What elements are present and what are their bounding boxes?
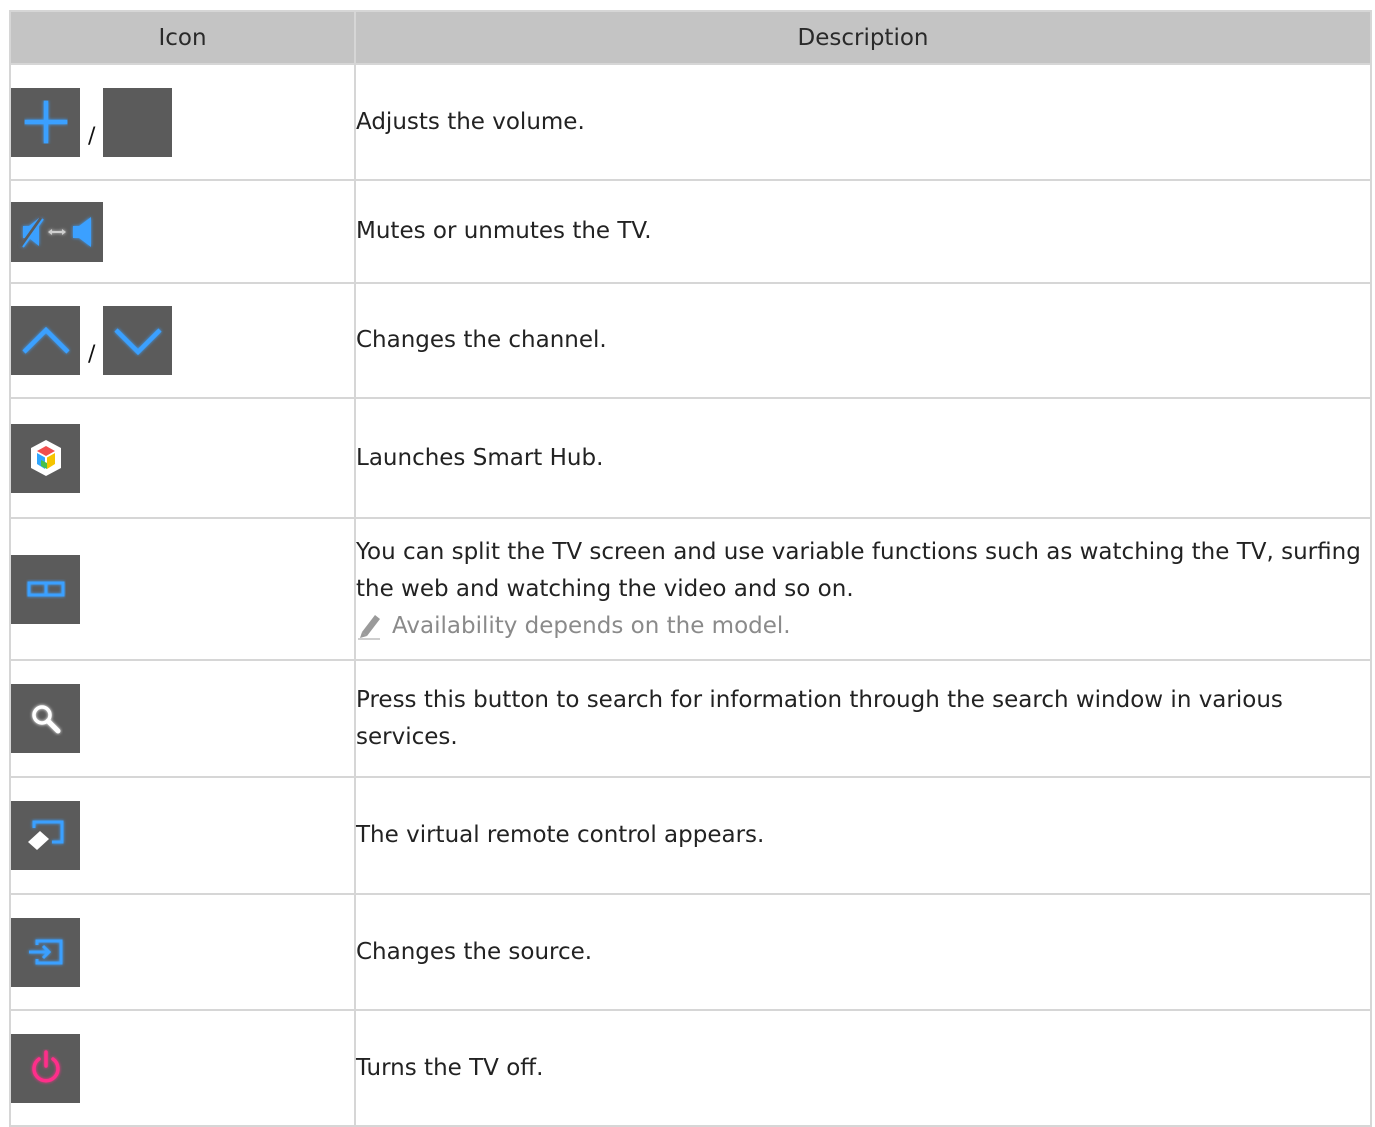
- separator-slash: /: [88, 342, 96, 367]
- table-row: The virtual remote control appears.: [9, 776, 1372, 895]
- table-row: Turns the TV off.: [9, 1009, 1372, 1127]
- source-icon: [11, 917, 80, 987]
- row-description: Launches Smart Hub.: [354, 397, 1372, 519]
- pencil-icon: [358, 615, 380, 640]
- note-text: Availability depends on the model.: [392, 612, 791, 639]
- row-description: Turns the TV off.: [354, 1009, 1372, 1127]
- row-description: The virtual remote control appears.: [354, 776, 1372, 895]
- mute-toggle-icon: [11, 201, 103, 262]
- row-description: You can split the TV screen and use vari…: [356, 538, 1361, 602]
- header-description: Description: [354, 10, 1372, 65]
- row-description: Changes the source.: [354, 893, 1372, 1011]
- plus-icon: [11, 87, 80, 157]
- search-icon: [11, 684, 80, 753]
- smart-hub-icon: [11, 423, 80, 493]
- table-row: / Changes the channel.: [9, 282, 1372, 399]
- row-description: Changes the channel.: [354, 282, 1372, 399]
- table-row: Changes the source.: [9, 893, 1372, 1011]
- table-header-row: Icon Description: [9, 10, 1372, 65]
- table-row: Press this button to search for informat…: [9, 659, 1372, 778]
- split-screen-icon: [11, 554, 80, 624]
- row-description: Adjusts the volume.: [354, 63, 1372, 181]
- icon-description-table: Icon Description / Adjusts the volume. M…: [9, 10, 1372, 1127]
- table-row: / Adjusts the volume.: [9, 63, 1372, 181]
- chevron-down-icon: [103, 306, 173, 375]
- table-row: Mutes or unmutes the TV.: [9, 179, 1372, 284]
- table-row: You can split the TV screen and use vari…: [9, 517, 1372, 661]
- chevron-up-icon: [11, 306, 80, 375]
- row-description: Press this button to search for informat…: [354, 659, 1372, 778]
- header-icon: Icon: [9, 10, 356, 65]
- table-row: Launches Smart Hub.: [9, 397, 1372, 519]
- row-description: Mutes or unmutes the TV.: [354, 179, 1372, 284]
- availability-note: Availability depends on the model.: [356, 608, 1370, 645]
- virtual-remote-icon: [11, 801, 80, 870]
- minus-icon: [103, 87, 173, 157]
- power-icon: [11, 1033, 80, 1103]
- separator-slash: /: [88, 123, 96, 149]
